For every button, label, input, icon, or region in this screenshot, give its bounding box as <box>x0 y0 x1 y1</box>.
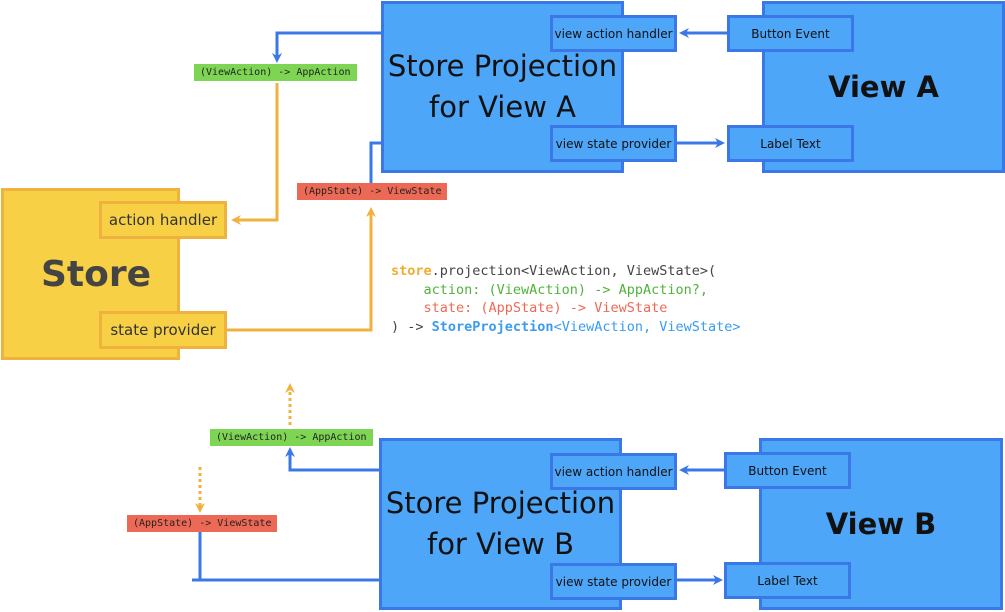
code-return-type: StoreProjection <box>431 318 554 335</box>
button-event-b-label: Button Event <box>748 463 827 478</box>
code-return-generics: <ViewAction, ViewState> <box>553 318 741 335</box>
view-state-provider-a-label: view state provider <box>555 136 672 151</box>
store-title: Store <box>41 253 152 295</box>
view-action-handler-b-label: view action handler <box>554 464 673 479</box>
code-line4-prefix: ) -> <box>391 318 432 335</box>
tag-view-action-to-app-action-b: (ViewAction) -> AppAction <box>210 429 373 446</box>
store-action-handler-label: action handler <box>108 211 218 229</box>
view-state-provider-a[interactable]: view state provider <box>550 125 677 162</box>
view-b-title: View B <box>825 507 937 541</box>
store-state-provider-label: state provider <box>110 321 216 339</box>
code-snippet: store.projection<ViewAction, ViewState>(… <box>391 262 741 336</box>
label-text-b-label: Label Text <box>757 573 818 588</box>
view-state-provider-b[interactable]: view state provider <box>550 563 677 600</box>
arrow-tag-to-store-action-handler <box>231 83 279 225</box>
projection-a-title-line2: for View A <box>429 90 576 124</box>
store-action-handler[interactable]: action handler <box>99 201 227 239</box>
code-line3-state: state: (AppState) -> ViewState <box>391 300 668 316</box>
button-event-a-label: Button Event <box>751 26 830 41</box>
projection-a-title-line1: Store Projection <box>387 49 618 83</box>
tag-app-state-to-view-state-b: (AppState) -> ViewState <box>127 515 278 532</box>
view-action-handler-b[interactable]: view action handler <box>550 453 677 490</box>
code-store-keyword: store <box>391 263 432 279</box>
label-text-a[interactable]: Label Text <box>727 125 854 162</box>
view-state-provider-b-label: view state provider <box>555 574 672 589</box>
store-state-provider[interactable]: state provider <box>99 311 227 349</box>
tag-app-state-to-view-state-a: (AppState) -> ViewState <box>297 183 448 200</box>
arrow-state-provider-to-tag <box>227 207 376 332</box>
code-line1-rest: .projection<ViewAction, ViewState>( <box>431 263 717 279</box>
tag-view-action-to-app-action-a: (ViewAction) -> AppAction <box>194 64 357 81</box>
projection-b-title-line2: for View B <box>426 527 575 561</box>
button-event-a[interactable]: Button Event <box>727 15 854 52</box>
view-action-handler-a[interactable]: view action handler <box>550 15 677 52</box>
view-a-title: View A <box>828 70 939 104</box>
button-event-b[interactable]: Button Event <box>724 452 851 489</box>
code-line2-action: action: (ViewAction) -> AppAction?, <box>391 281 708 298</box>
view-action-handler-a-label: view action handler <box>554 26 673 41</box>
label-text-a-label: Label Text <box>760 136 821 151</box>
label-text-b[interactable]: Label Text <box>724 562 851 599</box>
